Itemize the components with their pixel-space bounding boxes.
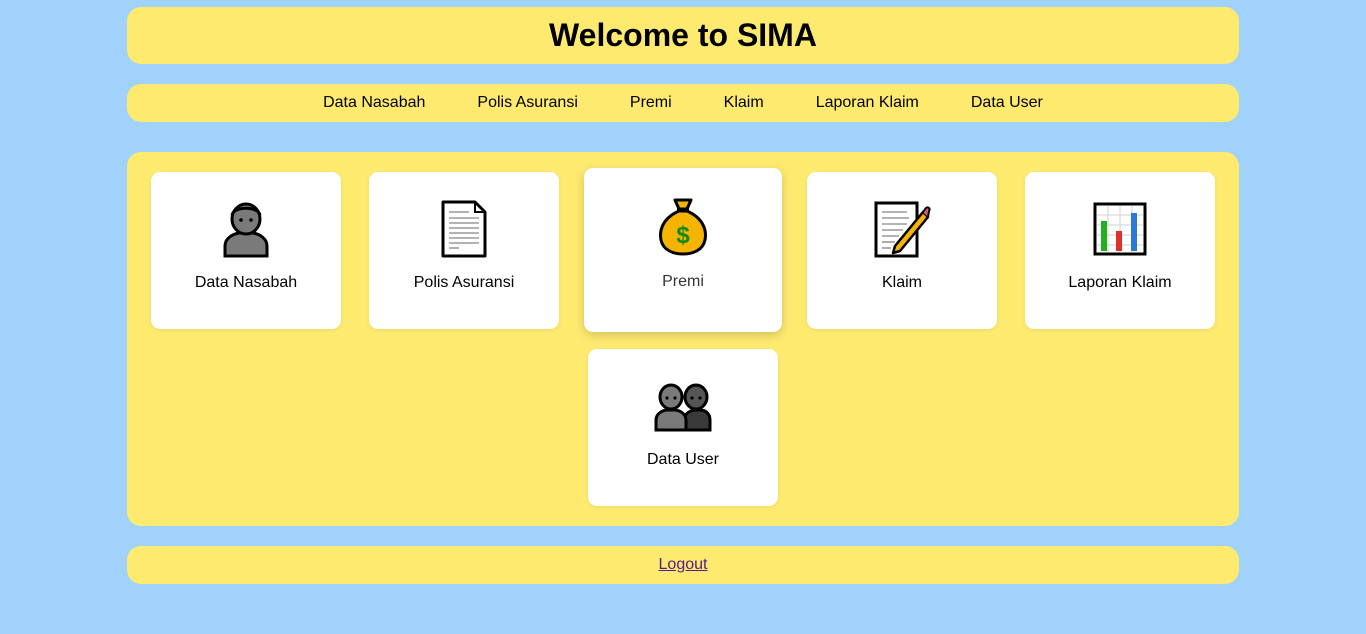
nav-premi[interactable]: Premi [630, 94, 672, 112]
users-icon [654, 377, 712, 435]
money-bag-icon: $ [654, 197, 712, 256]
nav-data-user[interactable]: Data User [971, 94, 1043, 112]
nav-laporan-klaim[interactable]: Laporan Klaim [816, 94, 919, 112]
card-data-user[interactable]: Data User [588, 349, 778, 506]
card-klaim[interactable]: Klaim [807, 172, 997, 329]
card-data-nasabah[interactable]: Data Nasabah [151, 172, 341, 329]
svg-text:$: $ [676, 222, 690, 249]
document-icon [435, 200, 493, 258]
card-laporan-klaim[interactable]: Laporan Klaim [1025, 172, 1215, 329]
card-label: Klaim [881, 274, 922, 291]
person-icon [217, 200, 275, 258]
top-nav: Data Nasabah Polis Asuransi Premi Klaim … [127, 84, 1239, 122]
logout-link[interactable]: Logout [659, 556, 708, 574]
header-panel: Welcome to SIMA [127, 7, 1239, 64]
menu-grid-panel: Data Nasabah Polis Asuransi $ Premi Klai… [127, 152, 1239, 526]
card-label: Laporan Klaim [1068, 274, 1172, 291]
bar-chart-icon [1091, 200, 1149, 258]
card-label: Data Nasabah [194, 274, 298, 291]
card-label: Premi [662, 273, 704, 290]
card-polis-asuransi[interactable]: Polis Asuransi [369, 172, 559, 329]
card-premi[interactable]: $ Premi [584, 168, 782, 332]
card-label: Polis Asuransi [413, 274, 515, 291]
nav-data-nasabah[interactable]: Data Nasabah [323, 94, 425, 112]
card-label: Data User [646, 451, 720, 468]
footer-panel: Logout [127, 546, 1239, 584]
nav-polis-asuransi[interactable]: Polis Asuransi [477, 94, 578, 112]
page-title: Welcome to SIMA [549, 17, 817, 53]
memo-icon [873, 200, 931, 258]
nav-klaim[interactable]: Klaim [724, 94, 764, 112]
